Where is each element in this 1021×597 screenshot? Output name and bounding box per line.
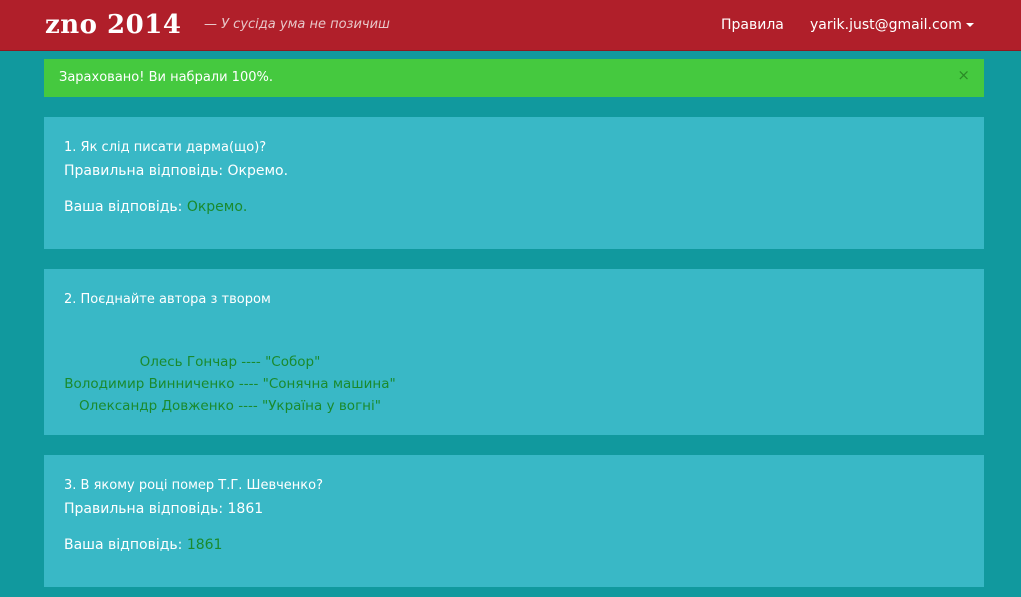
matched-pair: Володимир Винниченко ---- "Сонячна машин… (64, 376, 396, 392)
your-answer-value: 1861 (186, 537, 223, 553)
question-card-2: 2. Поєднайте автора з твором Олесь Гонча… (44, 269, 984, 435)
brand-tagline: — У сусіда ума не позичиш (204, 17, 390, 32)
matched-pair: Олександр Довженко ---- "Україна у вогні… (79, 398, 381, 414)
caret-down-icon (965, 23, 974, 27)
question-text: 2. Поєднайте автора з твором (64, 292, 271, 307)
brand-logo[interactable]: zno 2014 (45, 10, 181, 40)
matched-pair: Олесь Гончар ---- "Собор" (139, 354, 321, 370)
correct-answer-value: Окремо. (227, 163, 289, 179)
top-navbar: zno 2014 — У сусіда ума не позичиш Прави… (0, 0, 1021, 51)
alert-message: Зараховано! Ви набрали 100%. (59, 70, 273, 85)
your-answer-line: Ваша відповідь: 1861 (64, 537, 222, 553)
your-answer-label: Ваша відповідь: (64, 199, 187, 215)
user-email: yarik.just@gmail.com (810, 17, 962, 33)
question-text: 3. В якому році помер Т.Г. Шевченко? (64, 478, 323, 493)
rules-link[interactable]: Правила (721, 17, 784, 33)
correct-answer-label: Правильна відповідь: (64, 163, 228, 179)
your-answer-label: Ваша відповідь: (64, 537, 187, 553)
your-answer-value: Окремо. (186, 199, 248, 215)
question-card-3: 3. В якому році помер Т.Г. Шевченко? Пра… (44, 455, 984, 587)
close-icon[interactable]: × (957, 66, 970, 84)
question-card-1: 1. Як слід писати дарма(що)? Правильна в… (44, 117, 984, 249)
your-answer-line: Ваша відповідь: Окремо. (64, 199, 247, 215)
correct-answer-line: Правильна відповідь: Окремо. (64, 163, 288, 179)
success-alert: Зараховано! Ви набрали 100%. × (44, 59, 984, 97)
matched-pairs: Олесь Гончар ---- "Собор" Володимир Винн… (64, 351, 396, 417)
correct-answer-line: Правильна відповідь: 1861 (64, 501, 263, 517)
question-text: 1. Як слід писати дарма(що)? (64, 140, 267, 155)
user-menu-dropdown[interactable]: yarik.just@gmail.com (810, 17, 974, 33)
correct-answer-value: 1861 (227, 501, 264, 517)
correct-answer-label: Правильна відповідь: (64, 501, 228, 517)
